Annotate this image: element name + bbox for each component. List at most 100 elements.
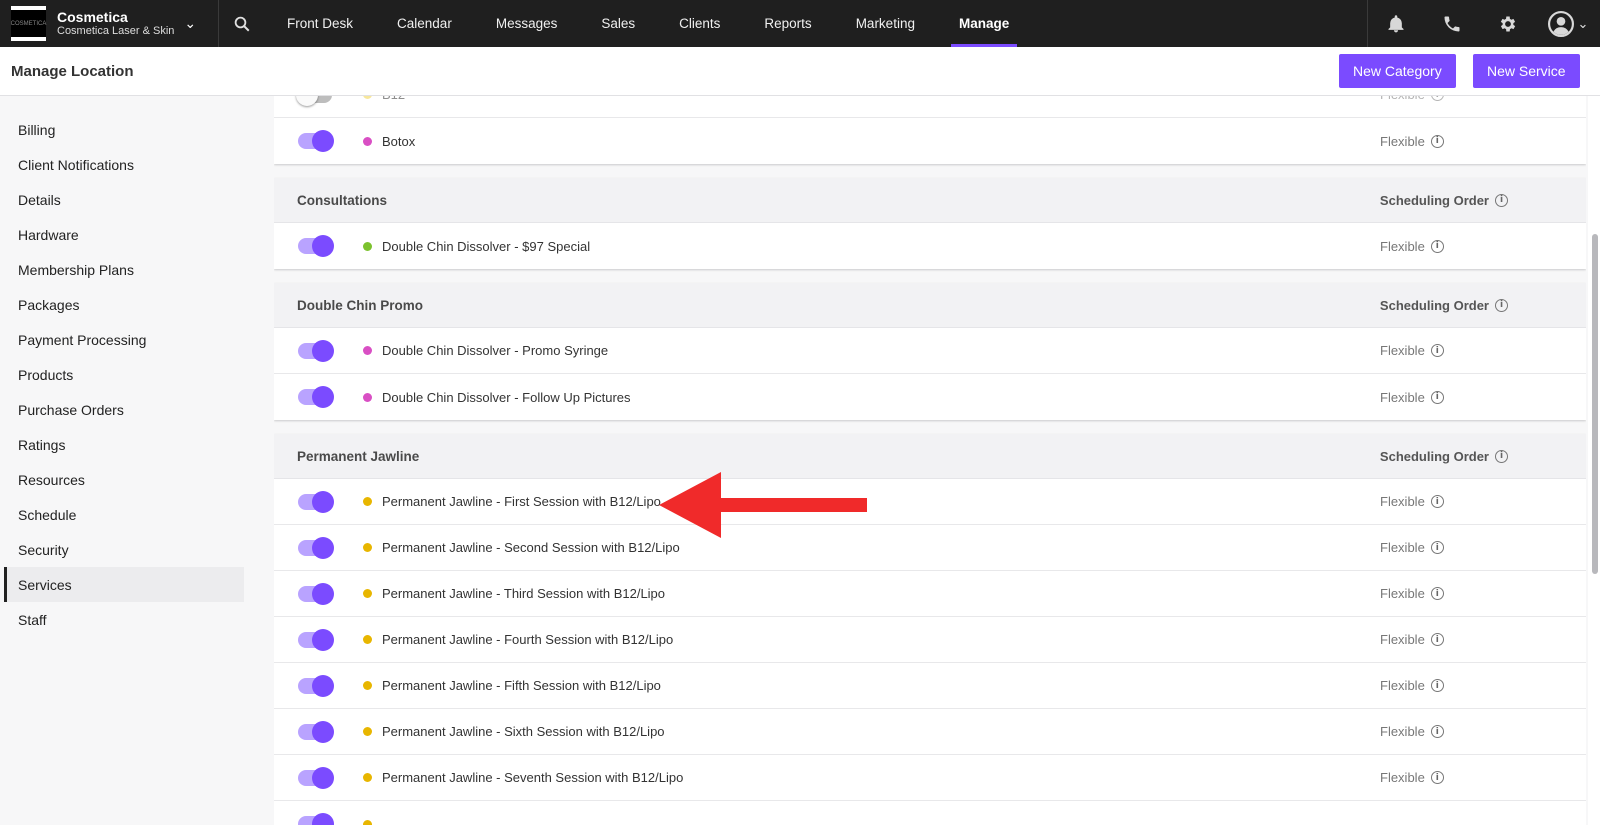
scheduling-order-value-text: Flexible (1380, 96, 1425, 102)
service-row[interactable]: Permanent Jawline - Fourth Session with … (274, 617, 1586, 663)
info-icon[interactable]: i (1495, 298, 1508, 312)
service-enabled-toggle[interactable] (298, 766, 334, 789)
sidebar-item-ratings[interactable]: Ratings (4, 427, 245, 462)
info-icon[interactable]: i (1430, 390, 1444, 404)
sidebar-item-security[interactable]: Security (4, 532, 245, 567)
service-enabled-toggle[interactable] (296, 96, 332, 106)
scheduling-order-value: Flexible i (1380, 390, 1444, 405)
user-avatar-icon[interactable]: ⌄ (1536, 10, 1600, 37)
nav-item-reports[interactable]: Reports (742, 0, 833, 47)
sidebar-item-details[interactable]: Details (4, 182, 245, 217)
info-icon[interactable]: i (1495, 193, 1508, 207)
service-row[interactable]: Permanent Jawline - Third Session with B… (274, 571, 1586, 617)
sidebar-item-hardware[interactable]: Hardware (4, 217, 245, 252)
search-icon[interactable] (219, 15, 265, 33)
info-icon[interactable]: i (1430, 633, 1444, 646)
info-icon[interactable]: i (1430, 495, 1444, 508)
scheduling-order-value: Flexible i (1380, 494, 1444, 509)
main-nav: Front Desk Calendar Messages Sales Clients Re… (265, 0, 1031, 47)
nav-item-manage[interactable]: Manage (937, 0, 1031, 47)
info-icon[interactable]: i (1430, 134, 1444, 148)
service-name[interactable]: Permanent Jawline - First Session with B… (382, 494, 661, 509)
service-name[interactable]: Permanent Jawline - Fourth Session with … (382, 632, 673, 647)
service-row[interactable]: Double Chin Dissolver - Promo Syringe Fle… (274, 328, 1586, 374)
toggle-knob (312, 766, 334, 789)
phone-icon[interactable] (1424, 14, 1480, 34)
service-enabled-toggle[interactable] (298, 674, 334, 697)
scheduling-order-value: Flexible i (1380, 134, 1444, 149)
service-row[interactable]: Double Chin Dissolver - $97 Special Flexi… (274, 223, 1586, 269)
service-enabled-toggle[interactable] (298, 813, 334, 825)
info-icon[interactable]: i (1430, 771, 1444, 784)
service-enabled-toggle[interactable] (298, 536, 334, 559)
info-icon[interactable]: i (1430, 239, 1444, 253)
service-name[interactable]: Double Chin Dissolver - Promo Syringe (382, 343, 608, 358)
chevron-down-icon[interactable]: ⌄ (1578, 16, 1589, 32)
service-name[interactable]: Permanent Jawline - Sixth Session with B… (382, 724, 665, 739)
scrollbar[interactable] (1588, 96, 1600, 825)
nav-item-front-desk[interactable]: Front Desk (265, 0, 375, 47)
info-icon[interactable]: i (1430, 587, 1444, 600)
info-icon[interactable]: i (1430, 679, 1444, 692)
service-name[interactable]: Permanent Jawline - Second Session with … (382, 540, 680, 555)
gear-icon[interactable] (1480, 14, 1536, 34)
toggle-knob (312, 235, 334, 257)
sidebar-item-packages[interactable]: Packages (4, 287, 245, 322)
info-icon[interactable]: i (1430, 96, 1444, 101)
chevron-down-icon[interactable]: ⌄ (184, 15, 196, 32)
sidebar-item-staff[interactable]: Staff (4, 602, 245, 637)
nav-item-calendar[interactable]: Calendar (375, 0, 474, 47)
category-title: Consultations (297, 192, 387, 208)
sidebar-item-products[interactable]: Products (4, 357, 245, 392)
service-name[interactable]: B12 (382, 96, 405, 102)
service-row[interactable]: Permanent Jawline - Sixth Session with B… (274, 709, 1586, 755)
sidebar-item-purchase-orders[interactable]: Purchase Orders (4, 392, 245, 427)
service-enabled-toggle[interactable] (298, 130, 334, 152)
color-dot (363, 497, 372, 506)
location-switcher[interactable]: COSMETICA Cosmetica Cosmetica Laser & Sk… (0, 0, 219, 47)
service-enabled-toggle[interactable] (298, 339, 334, 362)
service-name[interactable]: Permanent Jawline - Seventh Session with… (382, 770, 683, 785)
sidebar-item-billing[interactable]: Billing (4, 112, 245, 147)
service-enabled-toggle[interactable] (298, 490, 334, 513)
service-enabled-toggle[interactable] (298, 235, 334, 257)
info-icon[interactable]: i (1430, 541, 1444, 554)
nav-item-sales[interactable]: Sales (579, 0, 657, 47)
service-enabled-toggle[interactable] (298, 628, 334, 651)
info-icon[interactable]: i (1430, 725, 1444, 738)
sidebar-item-payment-processing[interactable]: Payment Processing (4, 322, 245, 357)
service-enabled-toggle[interactable] (298, 386, 334, 408)
service-row[interactable]: Permanent Jawline - Seventh Session with… (274, 755, 1586, 801)
service-name[interactable]: Permanent Jawline - Third Session with B… (382, 586, 665, 601)
sidebar-item-resources[interactable]: Resources (4, 462, 245, 497)
sidebar-item-schedule[interactable]: Schedule (4, 497, 245, 532)
info-icon[interactable]: i (1495, 449, 1508, 463)
service-row[interactable]: Permanent Jawline - First Session with B… (274, 479, 1586, 525)
service-name[interactable]: Double Chin Dissolver - $97 Special (382, 239, 590, 254)
service-enabled-toggle[interactable] (298, 720, 334, 743)
scheduling-order-value: Flexible i (1380, 770, 1444, 785)
scheduling-order-value-text: Flexible (1380, 540, 1425, 555)
service-row[interactable] (274, 801, 1586, 825)
service-row[interactable]: Permanent Jawline - Second Session with … (274, 525, 1586, 571)
service-row[interactable]: Double Chin Dissolver - Follow Up Pictur… (274, 374, 1586, 420)
sidebar-item-membership-plans[interactable]: Membership Plans (4, 252, 245, 287)
service-name[interactable]: Double Chin Dissolver - Follow Up Pictur… (382, 390, 631, 405)
nav-item-messages[interactable]: Messages (474, 0, 580, 47)
scheduling-order-label: Scheduling Order i (1380, 298, 1508, 313)
service-name[interactable]: Permanent Jawline - Fifth Session with B… (382, 678, 661, 693)
scrollbar-thumb[interactable] (1592, 234, 1598, 574)
bell-icon[interactable] (1368, 14, 1424, 34)
service-row[interactable]: Botox Flexible i (274, 118, 1586, 164)
nav-item-marketing[interactable]: Marketing (834, 0, 937, 47)
sidebar-item-services[interactable]: Services (4, 567, 244, 602)
service-row[interactable]: B12 Flexible i (274, 96, 1586, 118)
sidebar-item-client-notifications[interactable]: Client Notifications (4, 147, 245, 182)
info-icon[interactable]: i (1430, 344, 1444, 357)
service-enabled-toggle[interactable] (298, 582, 334, 605)
service-row[interactable]: Permanent Jawline - Fifth Session with B… (274, 663, 1586, 709)
service-name[interactable]: Botox (382, 134, 415, 149)
nav-item-clients[interactable]: Clients (657, 0, 742, 47)
new-category-button[interactable]: New Category (1339, 54, 1456, 88)
new-service-button[interactable]: New Service (1473, 54, 1580, 88)
